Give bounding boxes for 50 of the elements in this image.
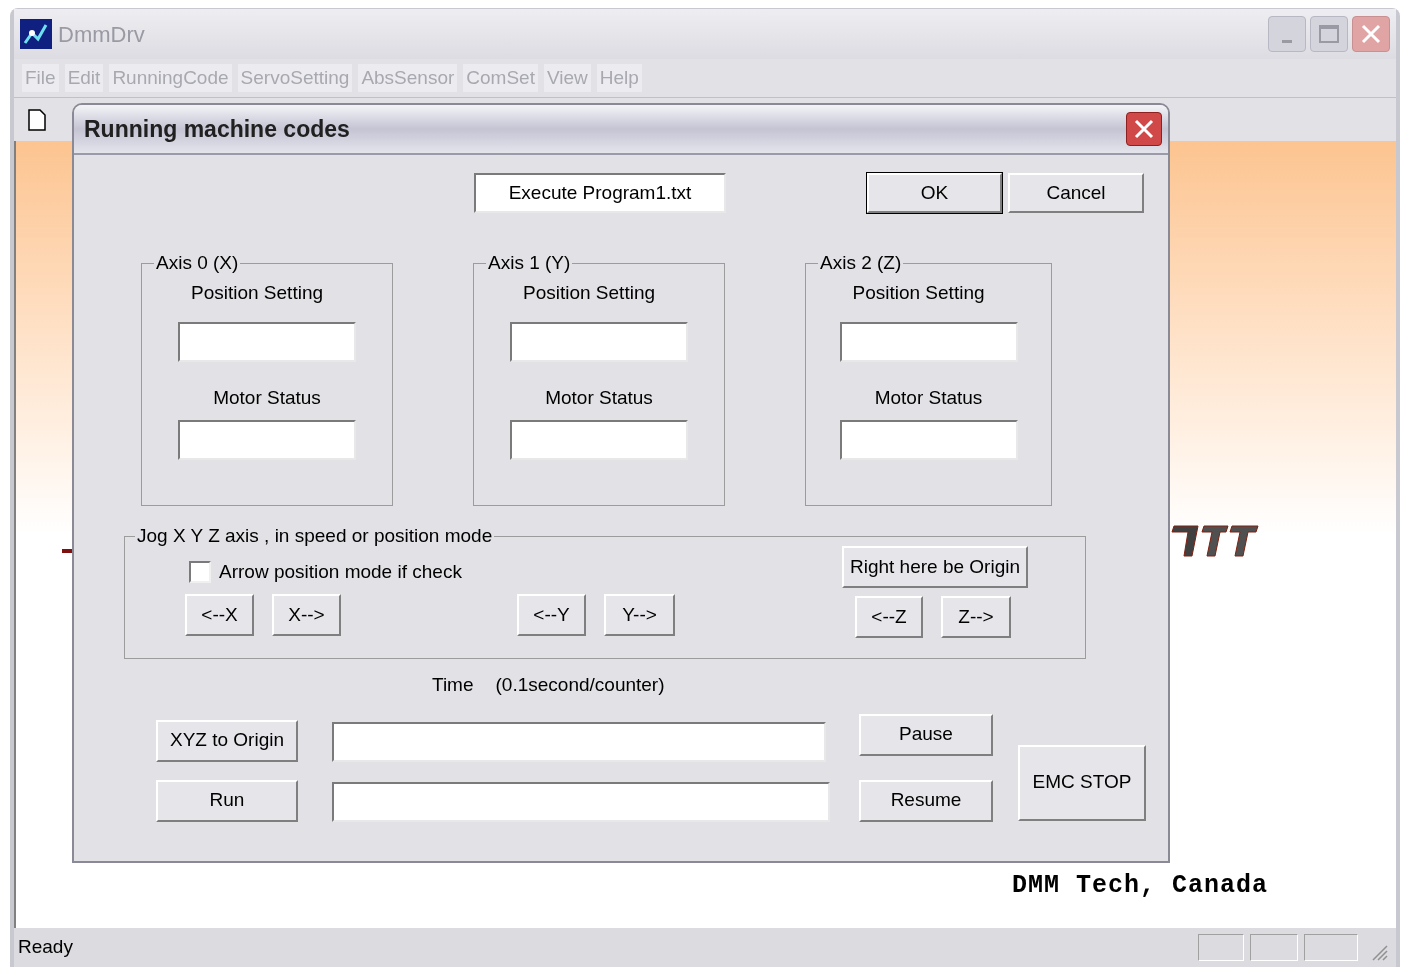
time-label: Time [432,673,474,697]
group-title: Axis 2 (Z) [819,253,903,273]
window-title: DmmDrv [58,20,145,49]
jog-button[interactable]: Z--> [941,596,1011,638]
field-label: Motor Status [874,385,983,410]
jog-button[interactable]: <--Z [855,596,923,638]
checkbox-label: Arrow position mode if check [219,560,462,584]
jog-button[interactable]: Y--> [604,594,675,636]
new-document-icon[interactable] [28,108,46,131]
status-field[interactable] [510,420,688,460]
dialog-title: Running machine codes [84,114,350,144]
status-text: Ready [18,935,73,960]
group-title: Axis 0 (X) [155,253,240,273]
jog-button[interactable]: <--X [185,594,254,636]
resize-grip-icon[interactable] [1370,943,1388,961]
resume-button[interactable]: Resume [859,779,993,822]
close-icon [1360,23,1382,45]
status-field[interactable] [178,420,356,460]
jog-button[interactable]: X--> [272,594,341,636]
status-panel [1198,934,1244,961]
close-icon [1133,118,1155,140]
time-field[interactable] [332,721,826,762]
app-icon [20,19,52,49]
position-field[interactable] [839,321,1018,362]
position-field[interactable] [510,321,688,362]
run-button[interactable]: Run [156,779,298,822]
status-panel [1250,934,1298,961]
counter-field[interactable] [332,781,830,822]
field-label: Motor Status [545,385,653,410]
emc-stop-button[interactable]: EMC STOP [1018,744,1146,821]
time-unit-label: (0.1second/counter) [495,673,665,697]
checkbox[interactable] [189,561,211,584]
status-panel [1304,934,1358,961]
field-label: Position Setting [523,281,655,305]
group-title: Jog X Y Z axis , in speed or position mode [136,526,494,546]
pause-button[interactable]: Pause [859,713,993,756]
jog-button[interactable]: <--Y [517,594,586,636]
close-button[interactable] [1126,112,1162,146]
origin-button[interactable]: Right here be Origin [842,546,1028,588]
status-field[interactable] [839,420,1018,460]
cancel-button[interactable]: Cancel [1008,173,1144,213]
program-field[interactable]: Execute Program1.txt [474,173,726,213]
xyz-origin-button[interactable]: XYZ to Origin [156,719,298,762]
company-text: DMM Tech, Canada [1012,870,1269,902]
group-title: Axis 1 (Y) [487,253,572,273]
ok-button[interactable]: OK [867,173,1002,213]
position-field[interactable] [178,321,356,362]
field-label: Motor Status [213,385,321,410]
field-label: Position Setting [191,281,323,305]
field-label: Position Setting [852,281,985,305]
